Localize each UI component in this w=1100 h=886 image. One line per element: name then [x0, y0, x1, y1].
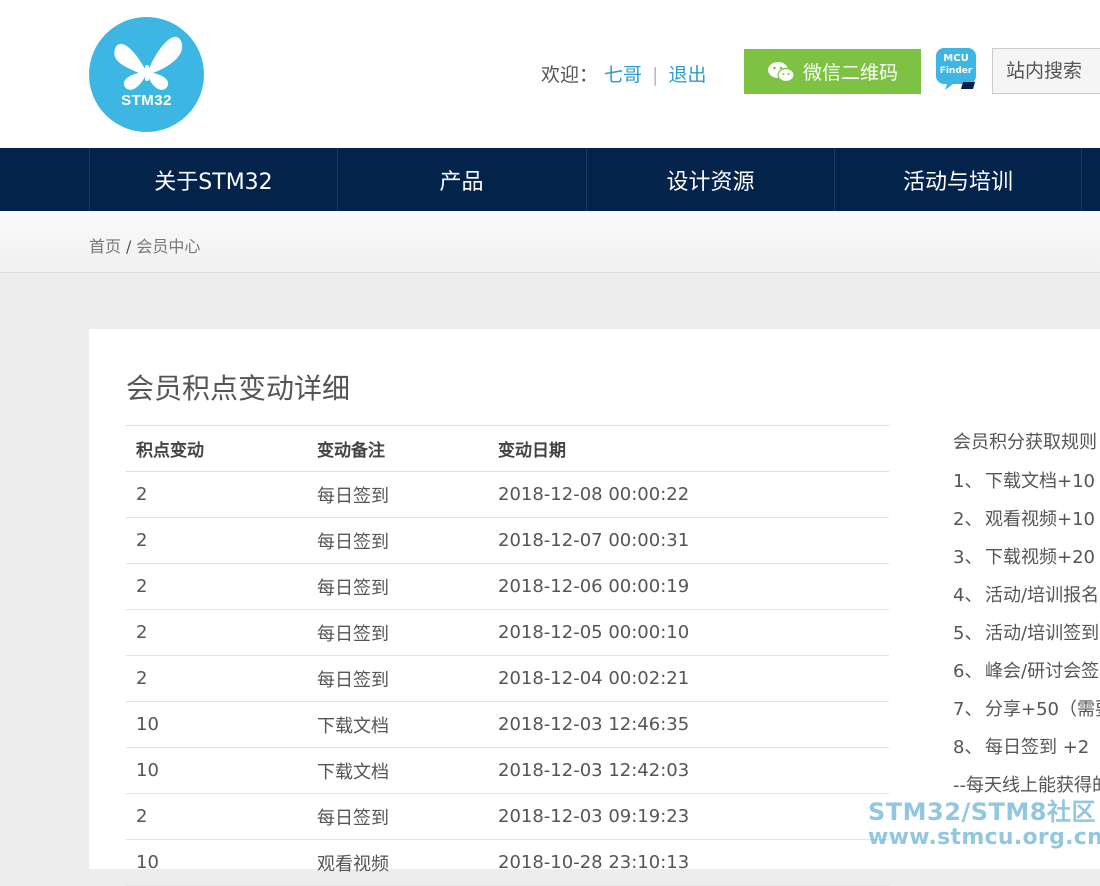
watermark-line1: STM32/STM8社区 — [868, 798, 1096, 826]
rule-text: 观看视频+10 — [985, 509, 1095, 530]
butterfly-icon — [114, 36, 183, 90]
table-header-row: 积点变动 变动备注 变动日期 — [126, 425, 889, 472]
rule-item: 4、 活动/培训报名 — [953, 581, 1100, 619]
site-search[interactable] — [992, 48, 1100, 94]
site-watermark: STM32/STM8社区 www.stmcu.org.cn — [868, 800, 1100, 849]
breadcrumb-bar: 首页 / 会员中心 — [0, 211, 1100, 273]
rule-item: 7、分享+50（需要 — [953, 695, 1100, 733]
mcu-finder-line1: MCU — [943, 53, 968, 64]
table-row: 2 每日签到 2018-12-03 09:19:23 — [126, 793, 889, 840]
date-cell: 2018-12-03 12:42:03 — [488, 747, 889, 794]
points-cell: 10 — [126, 747, 307, 794]
remark-cell: 每日签到 — [307, 471, 488, 518]
rule-text: 活动/培训签到 — [985, 623, 1100, 644]
remark-cell: 观看视频 — [307, 839, 488, 886]
date-cell: 2018-12-06 00:00:19 — [488, 563, 889, 610]
search-input[interactable] — [993, 49, 1100, 93]
rule-number: 2、 — [953, 509, 983, 530]
column-header-points: 积点变动 — [126, 425, 307, 472]
rule-text: 每日签到 +2 — [985, 737, 1090, 758]
rule-number: 3、 — [953, 547, 983, 568]
remark-cell: 每日签到 — [307, 793, 488, 840]
remark-cell: 每日签到 — [307, 609, 488, 656]
rule-item: 5、 活动/培训签到 — [953, 619, 1100, 657]
wechat-button-label: 微信二维码 — [802, 62, 898, 84]
points-cell: 2 — [126, 655, 307, 702]
mcu-finder-line2: Finder — [940, 66, 973, 76]
rule-text: 分享+50（需要 — [985, 699, 1100, 720]
points-cell: 10 — [126, 839, 307, 886]
wechat-qrcode-button[interactable]: 微信二维码 — [744, 49, 921, 94]
username-link[interactable]: 七哥 — [604, 64, 642, 86]
remark-cell: 每日签到 — [307, 563, 488, 610]
date-cell: 2018-12-08 00:00:22 — [488, 471, 889, 518]
nav-item-design-resources[interactable]: 设计资源 — [586, 148, 834, 211]
rule-text: 活动/培训报名 — [985, 585, 1100, 606]
date-cell: 2018-12-03 12:46:35 — [488, 701, 889, 748]
content-panel: 会员积点变动详细 积点变动 变动备注 变动日期 2 每日签到 2018-12-08 … — [89, 329, 1100, 886]
date-cell: 2018-12-05 00:00:10 — [488, 609, 889, 656]
rule-text: 峰会/研讨会签 — [985, 661, 1100, 682]
rule-text: 下载视频+20 — [985, 547, 1095, 568]
column-header-remark: 变动备注 — [307, 425, 488, 472]
welcome-area: 欢迎： 七哥 | 退出 — [541, 60, 706, 87]
table-row: 10 下载文档 2018-12-03 12:42:03 — [126, 747, 889, 794]
page-title: 会员积点变动详细 — [126, 372, 351, 405]
remark-cell: 下载文档 — [307, 747, 488, 794]
remark-cell: 每日签到 — [307, 655, 488, 702]
main-nav: 关于STM32 产品 设计资源 活动与培训 — [0, 148, 1100, 211]
rule-item: 1、 下载文档+10 — [953, 467, 1100, 505]
points-cell: 2 — [126, 517, 307, 564]
rule-number: 6、 — [953, 661, 983, 682]
breadcrumb-home[interactable]: 首页 — [89, 237, 121, 256]
remark-cell: 每日签到 — [307, 517, 488, 564]
remark-cell: 下载文档 — [307, 701, 488, 748]
table-row: 2 每日签到 2018-12-08 00:00:22 — [126, 471, 889, 518]
logo-text: STM32 — [121, 92, 172, 109]
points-cell: 2 — [126, 471, 307, 518]
breadcrumb-divider: / — [126, 237, 132, 256]
rule-item: 2、 观看视频+10 — [953, 505, 1100, 543]
date-cell: 2018-10-28 23:10:13 — [488, 839, 889, 886]
table-row: 2 每日签到 2018-12-04 00:02:21 — [126, 655, 889, 702]
points-cell: 10 — [126, 701, 307, 748]
table-row: 10 观看视频 2018-10-28 23:10:13 — [126, 839, 889, 886]
breadcrumb: 首页 / 会员中心 — [89, 233, 200, 257]
rule-item: 8、 每日签到 +2 — [953, 733, 1100, 771]
nav-item-about-stm32[interactable]: 关于STM32 — [89, 148, 337, 211]
table-row: 2 每日签到 2018-12-06 00:00:19 — [126, 563, 889, 610]
stm32-logo[interactable]: STM32 — [89, 17, 204, 132]
points-table: 积点变动 变动备注 变动日期 2 每日签到 2018-12-08 00:00:22 … — [126, 425, 889, 886]
points-rules: 会员积分获取规则 1、 下载文档+10 2、 观看视频+10 3、 下载视频+20 4… — [953, 429, 1100, 809]
wechat-icon — [767, 61, 795, 82]
date-cell: 2018-12-04 00:02:21 — [488, 655, 889, 702]
rule-item: 6、 峰会/研讨会签 — [953, 657, 1100, 695]
rule-number: 4、 — [953, 585, 983, 606]
welcome-label: 欢迎： — [541, 64, 599, 86]
rule-number: 5、 — [953, 623, 983, 644]
rule-item: 3、 下载视频+20 — [953, 543, 1100, 581]
table-row: 2 每日签到 2018-12-07 00:00:31 — [126, 517, 889, 564]
points-cell: 2 — [126, 609, 307, 656]
rule-text: 下载文档+10 — [985, 471, 1095, 492]
logout-link[interactable]: 退出 — [668, 64, 706, 86]
site-header: STM32 欢迎： 七哥 | 退出 微信二维码 MCU Finder — [0, 0, 1100, 148]
rules-title: 会员积分获取规则 — [953, 432, 1097, 453]
nav-item-products[interactable]: 产品 — [337, 148, 585, 211]
table-row: 2 每日签到 2018-12-05 00:00:10 — [126, 609, 889, 656]
separator: | — [652, 64, 659, 86]
nav-item-events-training[interactable]: 活动与培训 — [834, 148, 1082, 211]
watermark-line2: www.stmcu.org.cn — [868, 825, 1100, 850]
table-row: 10 下载文档 2018-12-03 12:46:35 — [126, 701, 889, 748]
points-cell: 2 — [126, 793, 307, 840]
points-cell: 2 — [126, 563, 307, 610]
rule-number: 1、 — [953, 471, 983, 492]
date-cell: 2018-12-07 00:00:31 — [488, 517, 889, 564]
breadcrumb-current[interactable]: 会员中心 — [136, 237, 200, 256]
rule-number: 8、 — [953, 737, 983, 758]
date-cell: 2018-12-03 09:19:23 — [488, 793, 889, 840]
rule-number: 7、 — [953, 699, 983, 720]
column-header-date: 变动日期 — [488, 425, 889, 472]
mcu-finder-icon[interactable]: MCU Finder — [935, 47, 981, 91]
